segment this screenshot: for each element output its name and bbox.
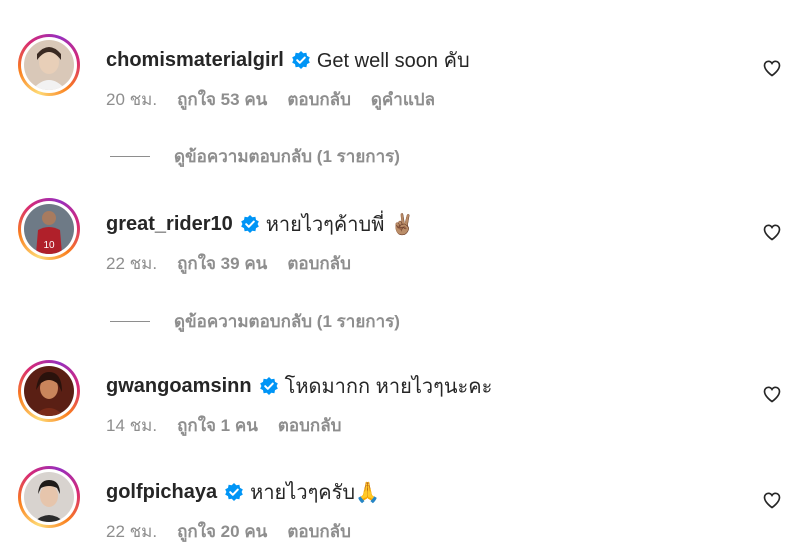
verified-badge-icon <box>225 483 243 501</box>
avatar[interactable] <box>18 34 80 96</box>
likes-count[interactable]: ถูกใจ 39 คน <box>177 250 267 277</box>
comment-item: golfpichaya หายไวๆครับ🙏 22 ชม. ถูกใจ 20 … <box>0 466 800 543</box>
comment-item: chomismaterialgirl Get well soon คับ 20 … <box>0 34 800 124</box>
translate-button[interactable]: ดูคำแปล <box>371 86 435 113</box>
comment-time: 14 ชม. <box>106 416 158 435</box>
heart-outline-icon[interactable] <box>762 384 782 404</box>
reply-button[interactable]: ตอบกลับ <box>278 412 342 439</box>
comment-text: หายไวๆครับ🙏 <box>250 482 381 504</box>
likes-count[interactable]: ถูกใจ 53 คน <box>177 86 267 113</box>
view-replies-label: ดูข้อความตอบกลับ (1 รายการ) <box>174 147 400 166</box>
comment-item: gwangoamsinn โหดมากก หายไวๆนะคะ 14 ชม. ถ… <box>0 360 800 440</box>
replies-divider <box>110 156 150 157</box>
likes-count[interactable]: ถูกใจ 1 คน <box>177 412 258 439</box>
reply-button[interactable]: ตอบกลับ <box>287 250 351 277</box>
reply-button[interactable]: ตอบกลับ <box>287 518 351 545</box>
comment-time: 22 ชม. <box>106 254 158 273</box>
comment-username[interactable]: gwangoamsinn <box>106 375 252 398</box>
view-replies-button[interactable]: ดูข้อความตอบกลับ (1 รายการ) <box>110 308 400 335</box>
view-replies-button[interactable]: ดูข้อความตอบกลับ (1 รายการ) <box>110 143 400 170</box>
heart-outline-icon[interactable] <box>762 58 782 78</box>
heart-outline-icon[interactable] <box>762 222 782 242</box>
heart-outline-icon[interactable] <box>762 490 782 510</box>
comment-text: โหดมากก หายไวๆนะคะ <box>284 376 493 398</box>
verified-badge-icon <box>292 51 310 69</box>
comment-time: 20 ชม. <box>106 90 158 109</box>
comment-username[interactable]: golfpichaya <box>106 481 217 504</box>
likes-count[interactable]: ถูกใจ 20 คน <box>177 518 267 545</box>
svg-text:10: 10 <box>43 240 55 251</box>
avatar[interactable]: 10 <box>18 198 80 260</box>
reply-button[interactable]: ตอบกลับ <box>287 86 351 113</box>
verified-badge-icon <box>259 377 278 395</box>
avatar[interactable] <box>18 466 80 528</box>
comment-item: 10 great_rider10 หายไวๆค้าบพี่ ✌🏽 22 ชม.… <box>0 198 800 288</box>
comment-username[interactable]: great_rider10 <box>106 213 233 236</box>
avatar[interactable] <box>18 360 80 422</box>
view-replies-label: ดูข้อความตอบกลับ (1 รายการ) <box>174 312 400 331</box>
comment-username[interactable]: chomismaterialgirl <box>106 49 284 72</box>
comment-text: หายไวๆค้าบพี่ ✌🏽 <box>265 214 415 236</box>
comment-text: Get well soon คับ <box>316 50 470 72</box>
verified-badge-icon <box>240 215 259 233</box>
comment-time: 22 ชม. <box>106 522 158 541</box>
replies-divider <box>110 321 150 322</box>
